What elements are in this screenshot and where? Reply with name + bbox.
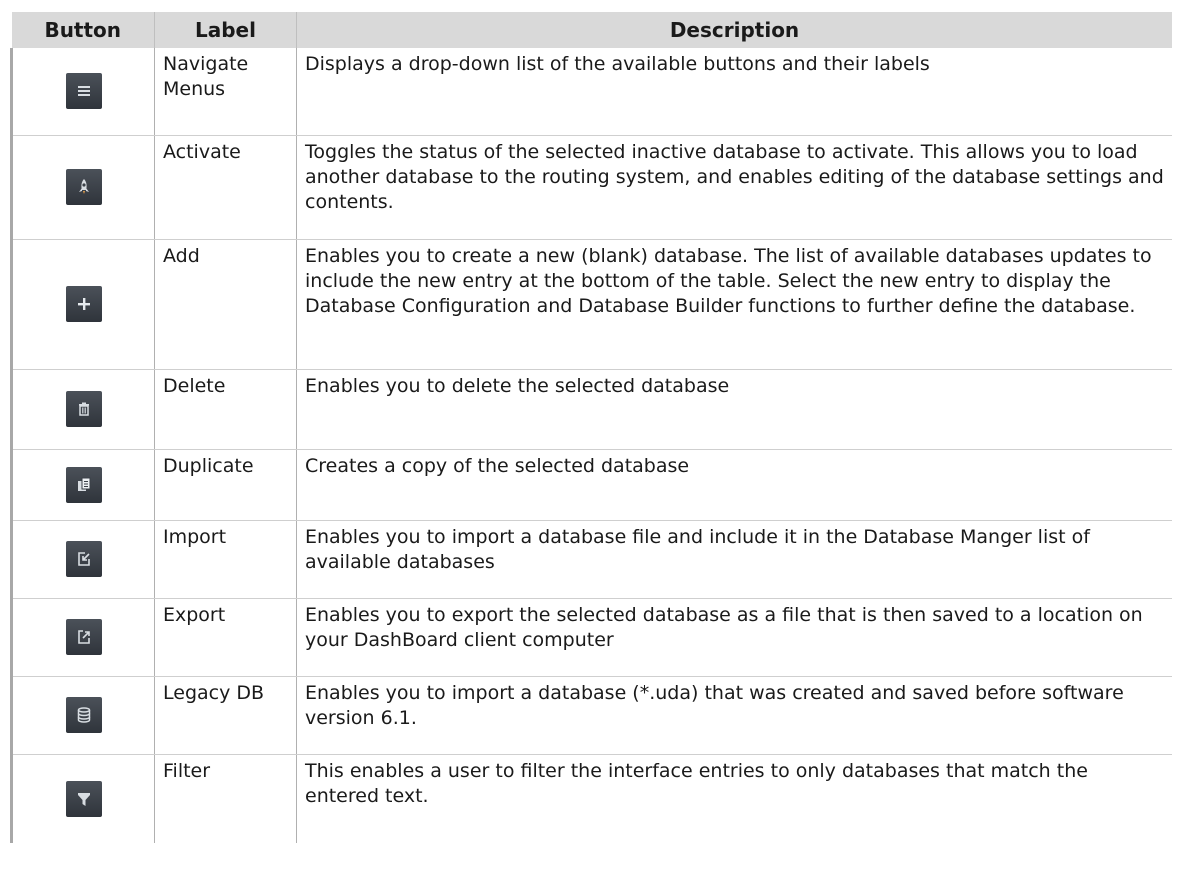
buttons-table: Button Label Description Navigate Menus … bbox=[10, 12, 1172, 843]
row-label: Add bbox=[154, 239, 297, 370]
table-header-row: Button Label Description bbox=[11, 12, 1172, 48]
row-description: Toggles the status of the selected inact… bbox=[296, 135, 1172, 240]
row-description: Enables you to create a new (blank) data… bbox=[296, 239, 1172, 370]
row-description: Enables you to export the selected datab… bbox=[296, 598, 1172, 677]
header-label: Label bbox=[154, 12, 297, 48]
row-description: This enables a user to filter the interf… bbox=[296, 754, 1172, 843]
row-description: Enables you to delete the selected datab… bbox=[296, 369, 1172, 450]
row-label: Export bbox=[154, 598, 297, 677]
table-row: Delete Enables you to delete the selecte… bbox=[10, 369, 1172, 450]
header-description: Description bbox=[296, 12, 1172, 48]
rocket-icon bbox=[65, 169, 102, 205]
row-label: Delete bbox=[154, 369, 297, 450]
row-description: Displays a drop-down list of the availab… bbox=[296, 48, 1172, 136]
table-row: Duplicate Creates a copy of the selected… bbox=[10, 449, 1172, 521]
table-row: Add Enables you to create a new (blank) … bbox=[10, 239, 1172, 370]
header-button: Button bbox=[11, 12, 155, 48]
row-label: Import bbox=[154, 520, 297, 599]
export-icon bbox=[65, 619, 102, 655]
row-label: Filter bbox=[154, 754, 297, 843]
plus-icon bbox=[65, 286, 102, 322]
row-description: Creates a copy of the selected database bbox=[296, 449, 1172, 521]
import-icon bbox=[65, 541, 102, 577]
table-row: Filter This enables a user to filter the… bbox=[10, 754, 1172, 843]
row-label: Duplicate bbox=[154, 449, 297, 521]
duplicate-icon bbox=[65, 466, 102, 503]
trash-icon bbox=[65, 391, 102, 427]
row-label: Activate bbox=[154, 135, 297, 240]
menu-icon bbox=[65, 73, 102, 110]
table-row: Export Enables you to export the selecte… bbox=[10, 598, 1172, 677]
table-row: Navigate Menus Displays a drop-down list… bbox=[10, 48, 1172, 136]
database-icon bbox=[65, 697, 102, 733]
row-label: Navigate Menus bbox=[154, 48, 297, 136]
row-description: Enables you to import a database file an… bbox=[296, 520, 1172, 599]
row-label: Legacy DB bbox=[154, 676, 297, 755]
table-row: Import Enables you to import a database … bbox=[10, 520, 1172, 599]
row-description: Enables you to import a database (*.uda)… bbox=[296, 676, 1172, 755]
table-row: Legacy DB Enables you to import a databa… bbox=[10, 676, 1172, 755]
filter-icon bbox=[65, 780, 102, 817]
table-row: Activate Toggles the status of the selec… bbox=[10, 135, 1172, 240]
